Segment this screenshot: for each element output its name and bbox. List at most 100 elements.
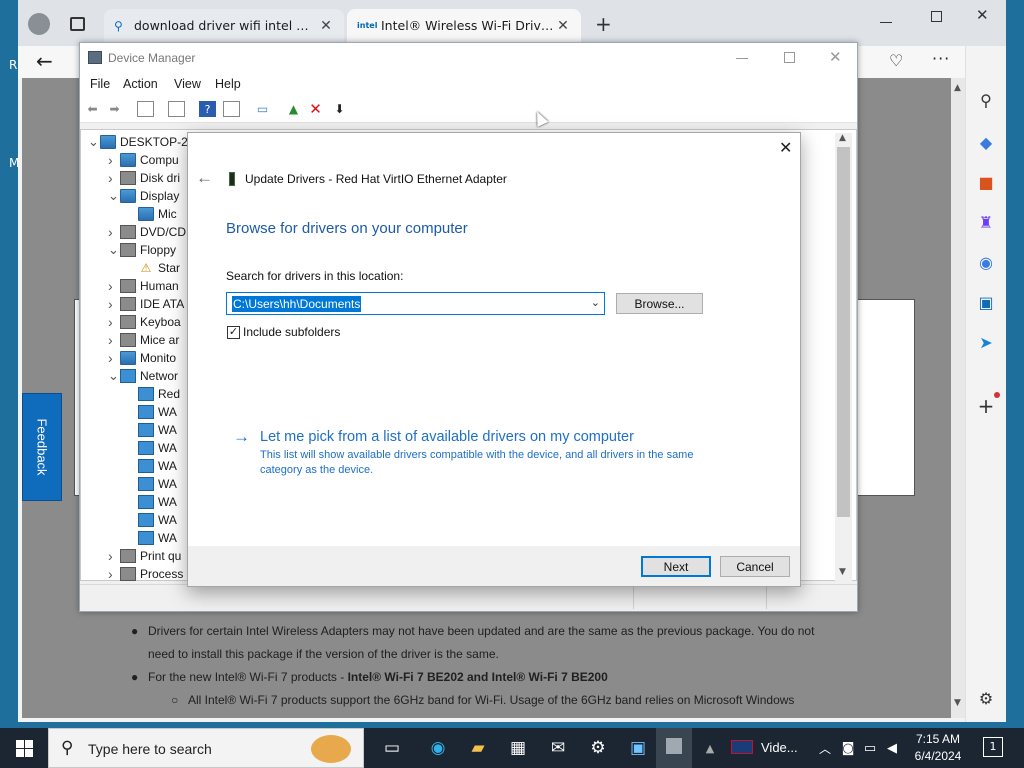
notifications-icon[interactable]: 1 bbox=[983, 737, 1003, 757]
menu-file[interactable]: File bbox=[90, 77, 110, 91]
chevron-right-icon[interactable]: › bbox=[108, 152, 120, 168]
download-icon[interactable]: ⬇ bbox=[331, 101, 348, 117]
chevron-down-icon[interactable]: ⌄ bbox=[108, 242, 120, 258]
chevron-right-icon[interactable]: › bbox=[108, 224, 120, 240]
maximize-icon[interactable] bbox=[784, 52, 795, 63]
cancel-button[interactable]: Cancel bbox=[720, 556, 790, 577]
tree-node[interactable]: WA bbox=[134, 439, 177, 457]
forward-icon[interactable]: ➡ bbox=[106, 101, 123, 117]
tools-briefcase-icon[interactable]: ■ bbox=[974, 170, 998, 194]
scroll-thumb[interactable] bbox=[837, 147, 850, 517]
tree-node[interactable]: › DVD/CD bbox=[108, 223, 186, 241]
tab-search-result[interactable]: ⚲ download driver wifi intel windo ✕ bbox=[104, 9, 344, 42]
tree-node[interactable]: WA bbox=[134, 511, 177, 529]
next-button[interactable]: Next bbox=[641, 556, 711, 577]
back-icon[interactable]: ← bbox=[36, 49, 53, 73]
tree-node[interactable]: ⌄ Display bbox=[108, 187, 179, 205]
chevron-right-icon[interactable]: › bbox=[108, 548, 120, 564]
settings-gear-icon[interactable]: ⚙ bbox=[586, 736, 610, 760]
browse-button[interactable]: Browse... bbox=[616, 293, 703, 314]
tree-node[interactable]: › Print qu bbox=[108, 547, 181, 565]
chevron-right-icon[interactable]: › bbox=[108, 314, 120, 330]
tree-node[interactable]: ⌄ Floppy bbox=[108, 241, 176, 259]
driver-path-value[interactable]: C:\Users\hh\Documents bbox=[232, 296, 362, 312]
tab-actions-icon[interactable] bbox=[70, 17, 85, 31]
search-icon[interactable]: ⚲ bbox=[974, 88, 998, 112]
minimize-icon[interactable] bbox=[880, 22, 892, 23]
windows-start-icon[interactable] bbox=[12, 736, 36, 760]
tree-node[interactable]: ⚠ Star bbox=[134, 259, 180, 277]
video-widget-label[interactable]: Vide... bbox=[761, 740, 798, 755]
include-subfolders-checkbox[interactable]: ✓ bbox=[227, 326, 240, 339]
tree-node[interactable]: › IDE ATA bbox=[108, 295, 184, 313]
close-window-icon[interactable]: ✕ bbox=[976, 6, 989, 24]
properties-icon[interactable] bbox=[137, 101, 154, 117]
driver-path-combobox[interactable]: C:\Users\hh\Documents ⌄ bbox=[226, 292, 605, 315]
webcam-icon[interactable]: ◙ bbox=[836, 736, 860, 760]
tree-node[interactable]: › Keyboa bbox=[108, 313, 181, 331]
games-icon[interactable]: ♜ bbox=[974, 210, 998, 234]
menu-view[interactable]: View bbox=[174, 77, 201, 91]
tree-node[interactable]: › Compu bbox=[108, 151, 179, 169]
tree-node[interactable]: › Mice ar bbox=[108, 331, 179, 349]
link-arrow-icon[interactable]: → bbox=[233, 427, 250, 447]
tree-node[interactable]: WA bbox=[134, 457, 177, 475]
tab-intel-drivers[interactable]: intel Intel® Wireless Wi-Fi Drivers for … bbox=[347, 9, 581, 42]
tree-scrollbar[interactable]: ▲ ▼ bbox=[835, 133, 852, 581]
add-sidebar-icon[interactable]: + bbox=[974, 394, 998, 418]
menu-help[interactable]: Help bbox=[215, 77, 241, 91]
chevron-down-icon[interactable]: ⌄ bbox=[108, 368, 120, 384]
chevron-right-icon[interactable]: › bbox=[108, 332, 120, 348]
taskbar-overflow-chevron-icon[interactable]: ▲ bbox=[698, 736, 722, 760]
health-heart-icon[interactable]: ♡ bbox=[889, 51, 903, 70]
outlook-icon[interactable]: ▣ bbox=[974, 290, 998, 314]
tree-node[interactable]: › Disk dri bbox=[108, 169, 180, 187]
chevron-right-icon[interactable]: › bbox=[108, 296, 120, 312]
close-tab-icon[interactable]: ✕ bbox=[318, 18, 334, 34]
pick-driver-link[interactable]: Let me pick from a list of available dri… bbox=[260, 429, 634, 445]
taskbar-search-box[interactable]: ⚲ Type here to search bbox=[48, 728, 364, 768]
feedback-button[interactable]: Feedback bbox=[22, 393, 62, 501]
tree-node[interactable]: WA bbox=[134, 403, 177, 421]
chevron-down-icon[interactable]: ⌄ bbox=[88, 134, 100, 150]
action-pane-icon[interactable] bbox=[223, 101, 240, 117]
tree-node[interactable]: WA bbox=[134, 421, 177, 439]
task-view-icon[interactable]: ▭ bbox=[380, 736, 404, 760]
edge-taskbar-icon[interactable]: ◉ bbox=[426, 736, 450, 760]
show-hidden-icons-chevron-icon[interactable]: ︿ bbox=[813, 736, 837, 760]
control-panel-icon[interactable]: ▣ bbox=[626, 736, 650, 760]
microsoft-store-icon[interactable]: ▦ bbox=[506, 736, 530, 760]
tree-node[interactable]: WA bbox=[134, 493, 177, 511]
system-clock[interactable]: 7:15 AM 6/4/2024 bbox=[900, 731, 976, 765]
mlb-icon[interactable] bbox=[731, 740, 753, 754]
chevron-right-icon[interactable]: › bbox=[108, 278, 120, 294]
minimize-icon[interactable] bbox=[736, 58, 748, 59]
file-explorer-icon[interactable]: ▰ bbox=[466, 736, 490, 760]
tree-node[interactable]: › Human bbox=[108, 277, 179, 295]
show-hide-icon[interactable] bbox=[168, 101, 185, 117]
back-icon[interactable]: ⬅ bbox=[84, 101, 101, 117]
menu-action[interactable]: Action bbox=[123, 77, 158, 91]
mail-icon[interactable]: ✉ bbox=[546, 736, 570, 760]
back-arrow-icon[interactable]: ← bbox=[196, 168, 213, 188]
scroll-up-icon[interactable]: ▲ bbox=[839, 133, 846, 143]
update-driver-icon[interactable]: ▲ bbox=[285, 101, 302, 117]
scan-hardware-icon[interactable]: ▭ bbox=[254, 101, 271, 117]
tree-node[interactable]: ⌄ DESKTOP-2 bbox=[88, 133, 188, 151]
new-tab-button[interactable]: + bbox=[595, 12, 612, 36]
more-menu-icon[interactable]: ··· bbox=[932, 49, 950, 68]
page-scrollbar[interactable]: ▲ ▼ bbox=[951, 78, 965, 718]
device-manager-taskbar-button[interactable] bbox=[656, 728, 692, 768]
help-icon[interactable]: ? bbox=[199, 101, 216, 117]
include-subfolders-label[interactable]: Include subfolders bbox=[243, 325, 340, 339]
uninstall-icon[interactable]: ✕ bbox=[307, 100, 324, 118]
close-tab-icon[interactable]: ✕ bbox=[555, 18, 571, 34]
chevron-right-icon[interactable]: › bbox=[108, 566, 120, 582]
tree-node[interactable]: WA bbox=[134, 475, 177, 493]
chevron-right-icon[interactable]: › bbox=[108, 170, 120, 186]
tree-node[interactable]: Red bbox=[134, 385, 180, 403]
tree-node[interactable]: ⌄ Networ bbox=[108, 367, 178, 385]
tree-node[interactable]: › Monito bbox=[108, 349, 176, 367]
chevron-down-icon[interactable]: ⌄ bbox=[108, 188, 120, 204]
microsoft365-icon[interactable]: ◉ bbox=[974, 250, 998, 274]
